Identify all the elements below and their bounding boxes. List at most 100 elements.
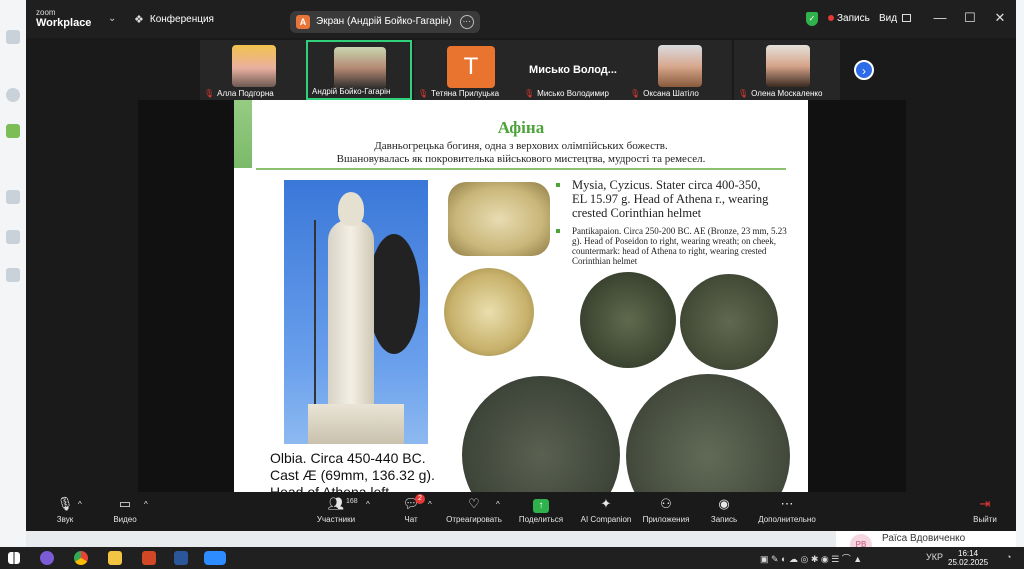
view-menu[interactable]: Вид (879, 13, 912, 24)
statue-body (328, 220, 374, 410)
coin-image (626, 374, 790, 492)
participant-name: 🎙︎ Олена Москаленко (738, 89, 822, 98)
start-icon[interactable] (8, 552, 20, 564)
react-label: Отреагировать (446, 515, 502, 524)
back-icon (6, 30, 20, 44)
athena-statue-image (284, 180, 428, 444)
sparkle-icon: ✦ (600, 496, 612, 511)
powerpoint-icon[interactable] (142, 551, 156, 565)
chat-button[interactable]: 💬︎ Чат 2 (396, 494, 426, 524)
notification-icon[interactable]: ◔ (1006, 552, 1011, 562)
ai-companion-button[interactable]: ✦ AI Companion (576, 496, 636, 524)
record-button[interactable]: ◉ Запись (706, 496, 742, 524)
apps-icon: ⚇ (660, 496, 672, 511)
participant-name: 🎙︎ Мисько Володимир (524, 89, 609, 98)
zoom-logo[interactable]: zoom Workplace (36, 9, 91, 29)
caption-line: Cast Æ (69mm, 136.32 g). (270, 467, 435, 483)
video-button[interactable]: ▭ Видео (108, 496, 142, 524)
screen-share-indicator[interactable]: A Экран (Андрій Бойко-Гагарін) ··· (290, 11, 480, 33)
share-icon: ↑ (516, 496, 566, 513)
ai-label: AI Companion (580, 515, 632, 524)
next-page-button[interactable]: › (854, 60, 874, 80)
clock[interactable]: 16:14 25.02.2025 (948, 549, 988, 567)
participants-options-caret[interactable]: ^ (366, 500, 370, 509)
maximize-button[interactable]: ☐ (960, 10, 980, 26)
participant-tile[interactable]: 🎙︎ Олена Москаленко (734, 40, 840, 100)
chrome-icon[interactable] (74, 551, 88, 565)
muted-mic-icon: 🎙︎ (524, 89, 535, 98)
audio-button[interactable]: 🎙︎ Звук (48, 496, 82, 524)
more-button[interactable]: ⋯ Дополнительно (752, 496, 822, 524)
bullet-icon (556, 183, 560, 187)
chat-options-caret[interactable]: ^ (428, 500, 432, 509)
participants-label: Участники (316, 515, 356, 524)
recording-indicator[interactable]: Запись (828, 13, 870, 24)
participant-video (334, 47, 386, 89)
meeting-toolbar: 🎙︎ Звук ^ ▭ Видео ^ 👥︎ Участники 168 ^ 💬︎ Ча… (26, 492, 1016, 531)
security-shield-icon[interactable]: ✓ (806, 12, 818, 26)
tray-icons[interactable]: ▣ ✎ ◐ ☁ ◎ ✱ ◉ ☰ ⌒ ▲ (760, 552, 862, 565)
statue-head (338, 192, 364, 226)
muted-mic-icon: 🎙︎ (204, 89, 215, 98)
grid-icon (902, 14, 912, 23)
title-bar: zoom Workplace ⌄ ❖ Конференция A Экран (… (26, 0, 1016, 38)
screen-share-label: Экран (Андрій Бойко-Гагарін) (316, 16, 452, 27)
close-button[interactable]: ✕ (990, 10, 1010, 26)
windows-taskbar: ▣ ✎ ◐ ☁ ◎ ✱ ◉ ☰ ⌒ ▲ УКР 16:14 25.02.2025… (0, 547, 1024, 569)
recording-label: Запись (837, 13, 870, 24)
participant-initial: T (447, 46, 495, 88)
react-options-caret[interactable]: ^ (496, 500, 500, 509)
participants-count: 168 (346, 498, 358, 505)
meetings-menu[interactable]: ❖ Конференция (134, 13, 214, 26)
video-options-caret[interactable]: ^ (144, 500, 148, 509)
folder-icon[interactable] (108, 551, 122, 565)
muted-mic-icon: 🎙︎ (418, 89, 429, 98)
zoom-window: zoom Workplace ⌄ ❖ Конференция A Экран (… (26, 0, 1016, 531)
bullet-item: Mysia, Cyzicus. Stater circa 400-350, EL… (556, 178, 778, 220)
participant-name-text: Алла Подгорна (217, 89, 274, 98)
participant-tile-active[interactable]: Андрій Бойко-Гагарін (306, 40, 412, 100)
presenter-badge: A (296, 15, 310, 29)
apps-label: Приложения (642, 515, 690, 524)
bullet-text: Mysia, Cyzicus. Stater circa 400-350, EL… (572, 178, 769, 220)
participant-tile[interactable]: Мисько Волод... 🎙︎ Мисько Володимир (520, 40, 626, 100)
muted-mic-icon: 🎙︎ (630, 89, 641, 98)
participant-name: 🎙︎ Алла Подгорна (204, 89, 274, 98)
apps-button[interactable]: ⚇ Приложения (638, 496, 694, 524)
coin-image (448, 182, 550, 256)
participant-name-text: Олена Москаленко (751, 89, 823, 98)
react-button[interactable]: ♡ Отреагировать (444, 496, 504, 524)
leave-button[interactable]: ⇥ Выйти (970, 496, 1000, 524)
zoom-icon[interactable] (204, 551, 226, 565)
word-icon[interactable] (174, 551, 188, 565)
slide-subtitle: Вшановувалась як покровителька військово… (336, 153, 706, 165)
participant-name-text: Андрій Бойко-Гагарін (312, 87, 391, 96)
app-icon (6, 268, 20, 282)
caption-line: Head of Athena left (270, 484, 390, 492)
participant-name: Андрій Бойко-Гагарін (312, 87, 390, 96)
clock-date: 25.02.2025 (948, 558, 989, 567)
app-icon (6, 124, 20, 138)
chevron-down-icon[interactable]: ⌄ (108, 13, 116, 24)
share-button[interactable]: ↑ Поделиться (516, 496, 566, 524)
clock-time: 16:14 (958, 549, 979, 558)
language-indicator[interactable]: УКР (926, 552, 943, 562)
viber-icon[interactable] (40, 551, 54, 565)
participant-tile[interactable]: T 🎙︎ Тетяна Прилуцька (414, 40, 520, 100)
bullet-item: Pantikapaion. Circa 250-200 BC. AE (Bron… (556, 226, 788, 266)
minimize-button[interactable]: — (930, 10, 950, 25)
audio-options-caret[interactable]: ^ (78, 500, 82, 509)
participant-name-text: Мисько Володимир (537, 89, 609, 98)
participant-tile[interactable]: 🎙︎ Оксана Шатіло (626, 40, 732, 100)
participant-name-text: Оксана Шатіло (643, 89, 699, 98)
chat-label: Чат (404, 515, 418, 524)
leave-label: Выйти (973, 515, 997, 524)
participant-tile[interactable]: 🎙︎ Алла Подгорна (200, 40, 306, 100)
background-browser-sidebar (0, 0, 26, 547)
muted-mic-icon: 🎙︎ (56, 496, 74, 511)
participant-name: 🎙︎ Оксана Шатіло (630, 89, 699, 98)
coin-image (680, 274, 778, 370)
chat-badge: 2 (415, 494, 425, 504)
participants-button[interactable]: 👥︎ Участники 168 (312, 496, 360, 524)
more-icon[interactable]: ··· (459, 15, 474, 29)
